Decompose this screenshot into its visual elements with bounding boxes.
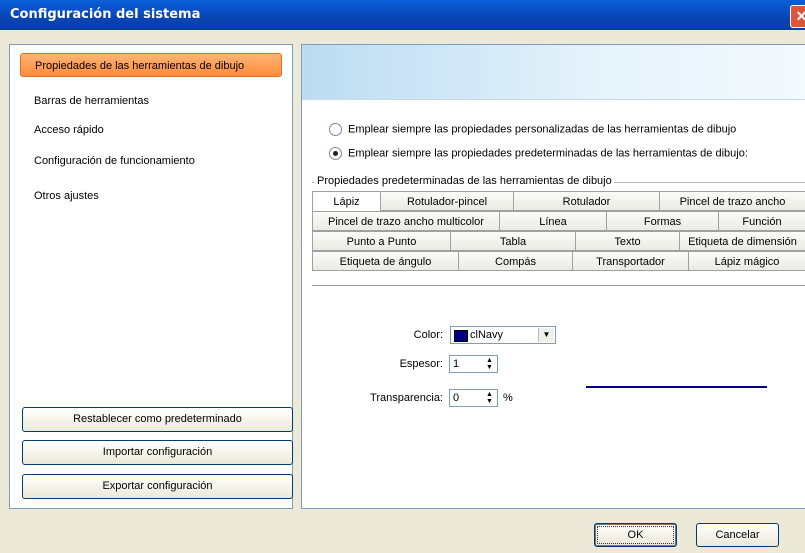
tab-texto[interactable]: Texto [576, 231, 680, 251]
tab-punto-a-punto[interactable]: Punto a Punto [312, 231, 451, 251]
tab-etiqueta-angulo[interactable]: Etiqueta de ángulo [312, 251, 459, 271]
sidebar-item-toolbars[interactable]: Barras de herramientas [20, 89, 282, 113]
radio-default-label: Emplear siempre las propiedades predeter… [348, 147, 748, 160]
radio-custom-label: Emplear siempre las propiedades personal… [348, 123, 737, 136]
radio-icon [329, 123, 342, 136]
group-label: Propiedades predeterminadas de las herra… [315, 175, 614, 187]
cancel-button[interactable]: Cancelar [696, 523, 779, 547]
export-config-button[interactable]: Exportar configuración [22, 474, 293, 499]
radio-default-properties[interactable]: Emplear siempre las propiedades predeter… [329, 147, 748, 160]
percent-unit: % [503, 392, 513, 404]
chevron-down-icon[interactable]: ▼ [538, 328, 554, 342]
window-title: Configuración del sistema [10, 7, 201, 22]
tab-linea[interactable]: Línea [500, 211, 607, 231]
tab-lapiz[interactable]: Lápiz [312, 191, 381, 211]
tab-pincel-multicolor[interactable]: Pincel de trazo ancho multicolor [312, 211, 500, 231]
system-config-window: Configuración del sistema ✕ Propiedades … [0, 0, 805, 553]
line-preview [586, 386, 767, 388]
tab-rotulador-pincel[interactable]: Rotulador-pincel [381, 191, 514, 211]
tab-tabla[interactable]: Tabla [451, 231, 576, 251]
color-swatch [454, 330, 468, 342]
sidebar: Propiedades de las herramientas de dibuj… [9, 44, 293, 509]
tab-etiqueta-dimension[interactable]: Etiqueta de dimensión [680, 231, 805, 251]
tab-row-3: Punto a Punto Tabla Texto Etiqueta de di… [312, 231, 805, 251]
color-value: clNavy [470, 329, 504, 341]
thickness-label: Espesor: [399, 358, 443, 370]
radio-custom-properties[interactable]: Emplear siempre las propiedades personal… [329, 123, 736, 136]
panel-banner [302, 45, 805, 100]
tab-row-4: Etiqueta de ángulo Compás Transportador … [312, 251, 805, 271]
title-bar[interactable]: Configuración del sistema ✕ [0, 0, 805, 30]
tab-formas[interactable]: Formas [607, 211, 719, 231]
transparency-spinner[interactable]: 0 ▲ ▼ [449, 389, 498, 407]
tab-row-1: Lápiz Rotulador-pincel Rotulador Pincel … [312, 191, 805, 211]
thickness-spinner[interactable]: 1 ▲ ▼ [449, 355, 498, 373]
sidebar-item-quick-access[interactable]: Acceso rápido [20, 118, 282, 142]
color-select[interactable]: clNavy ▼ [450, 326, 556, 344]
tab-transportador[interactable]: Transportador [573, 251, 689, 271]
reset-default-button[interactable]: Restablecer como predeterminado [22, 407, 293, 432]
tab-row-2: Pincel de trazo ancho multicolor Línea F… [312, 211, 805, 231]
tab-funcion[interactable]: Función [719, 211, 805, 231]
settings-panel: Emplear siempre las propiedades personal… [301, 44, 805, 509]
sidebar-item-drawing-tools[interactable]: Propiedades de las herramientas de dibuj… [20, 53, 282, 77]
radio-selected-icon [329, 147, 342, 160]
ok-button[interactable]: OK [594, 523, 677, 547]
tab-content-border [312, 285, 805, 286]
transparency-label: Transparencia: [370, 392, 443, 404]
spin-arrows-icon[interactable]: ▲ ▼ [483, 357, 496, 371]
tab-pincel-trazo-ancho[interactable]: Pincel de trazo ancho [660, 191, 805, 211]
sidebar-item-other[interactable]: Otros ajustes [20, 184, 282, 208]
sidebar-item-operation[interactable]: Configuración de funcionamiento [20, 149, 282, 173]
close-icon[interactable]: ✕ [790, 5, 805, 28]
thickness-value: 1 [453, 358, 460, 370]
tab-compas[interactable]: Compás [459, 251, 573, 271]
tab-rotulador[interactable]: Rotulador [514, 191, 660, 211]
transparency-value: 0 [453, 392, 460, 404]
import-config-button[interactable]: Importar configuración [22, 440, 293, 465]
spin-arrows-icon[interactable]: ▲ ▼ [483, 391, 496, 405]
tab-lapiz-magico[interactable]: Lápiz mágico [689, 251, 805, 271]
color-label: Color: [413, 329, 443, 341]
